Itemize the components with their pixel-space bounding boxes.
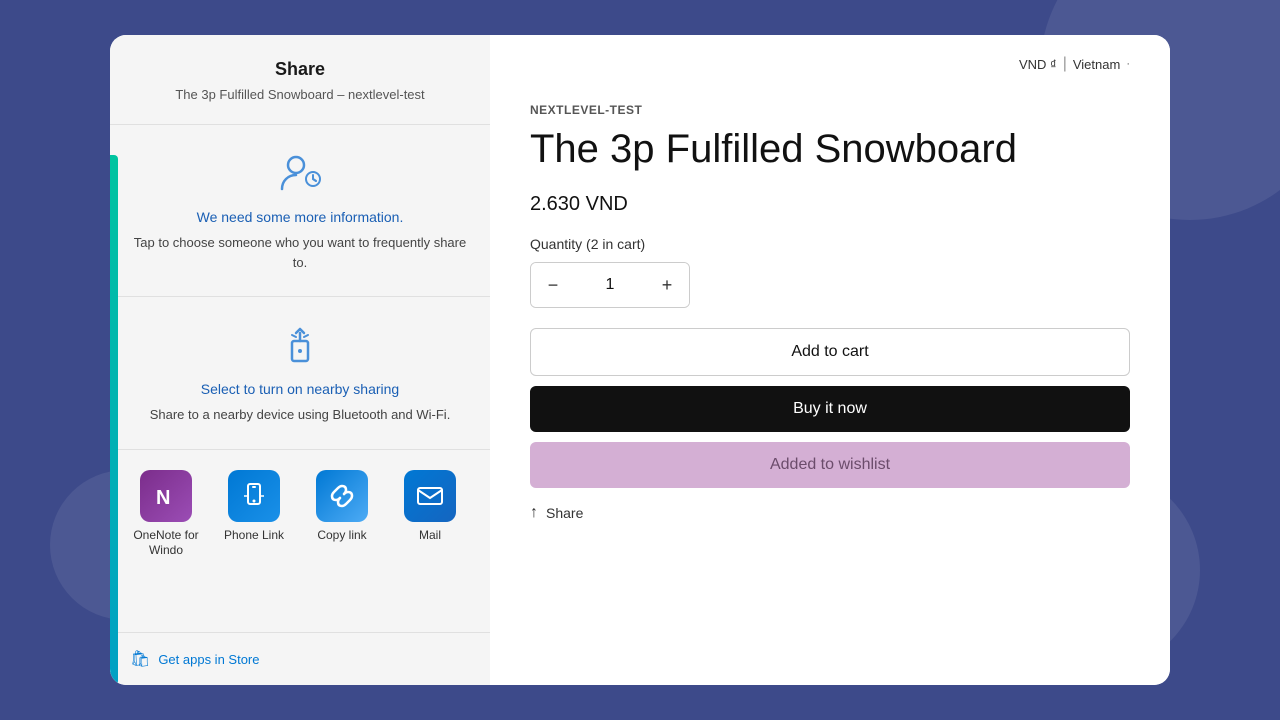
copylink-label: Copy link xyxy=(317,528,366,544)
product-title: The 3p Fulfilled Snowboard xyxy=(530,125,1130,173)
share-link[interactable]: ↑ Share xyxy=(530,504,1130,522)
quantity-increase-button[interactable]: + xyxy=(645,263,689,307)
product-topbar: VND ₫ | Vietnam · xyxy=(530,55,1130,73)
quantity-control: − 1 + xyxy=(530,262,690,308)
phonelink-label: Phone Link xyxy=(224,528,284,544)
product-panel: VND ₫ | Vietnam · NEXTLEVEL-TEST The 3p … xyxy=(490,35,1170,685)
onenote-icon: N xyxy=(140,470,192,522)
locale-separator: | xyxy=(1063,55,1067,73)
share-panel: Share The 3p Fulfilled Snowboard – nextl… xyxy=(110,35,490,685)
get-apps-link[interactable]: 🛍 Get apps in Store xyxy=(110,632,490,685)
quantity-value: 1 xyxy=(575,276,645,294)
share-apps-section: N OneNote for Windo P xyxy=(110,450,490,632)
nearby-section-desc: Share to a nearby device using Bluetooth… xyxy=(130,405,470,425)
get-apps-label: Get apps in Store xyxy=(158,652,259,667)
mail-label: Mail xyxy=(419,528,441,544)
buy-now-button[interactable]: Buy it now xyxy=(530,386,1130,432)
add-to-cart-button[interactable]: Add to cart xyxy=(530,328,1130,376)
locale-arrow: · xyxy=(1126,58,1130,70)
svg-text:N: N xyxy=(156,487,170,509)
share-app-onenote[interactable]: N OneNote for Windo xyxy=(130,470,202,559)
main-container: Share The 3p Fulfilled Snowboard – nextl… xyxy=(110,35,1170,685)
share-subtitle: The 3p Fulfilled Snowboard – nextlevel-t… xyxy=(130,86,470,104)
share-title: Share xyxy=(130,59,470,80)
person-icon-container xyxy=(130,149,470,197)
share-link-label: Share xyxy=(546,505,583,521)
contact-section-title: We need some more information. xyxy=(130,209,470,225)
locale-country: Vietnam xyxy=(1073,57,1120,72)
product-brand: NEXTLEVEL-TEST xyxy=(530,103,1130,117)
person-share-icon xyxy=(276,149,324,197)
contact-section-desc: Tap to choose someone who you want to fr… xyxy=(130,233,470,272)
copylink-icon-app xyxy=(316,470,368,522)
quantity-label: Quantity (2 in cart) xyxy=(530,236,1130,252)
onenote-label: OneNote for Windo xyxy=(130,528,202,559)
share-app-copylink[interactable]: Copy link xyxy=(306,470,378,559)
locale-currency: VND ₫ xyxy=(1019,57,1057,72)
quantity-decrease-button[interactable]: − xyxy=(531,263,575,307)
share-header: Share The 3p Fulfilled Snowboard – nextl… xyxy=(110,35,490,125)
share-apps-grid: N OneNote for Windo P xyxy=(130,470,470,559)
wishlist-button[interactable]: Added to wishlist xyxy=(530,442,1130,488)
share-app-mail[interactable]: Mail xyxy=(394,470,466,559)
nearby-share-icon xyxy=(276,321,324,369)
nearby-icon-container xyxy=(130,321,470,369)
nearby-section-title: Select to turn on nearby sharing xyxy=(130,381,470,397)
share-link-icon: ↑ xyxy=(530,504,538,522)
phonelink-icon xyxy=(228,470,280,522)
store-icon: 🛍 xyxy=(130,649,150,669)
mail-icon xyxy=(404,470,456,522)
share-contact-section[interactable]: We need some more information. Tap to ch… xyxy=(110,125,490,297)
share-app-phonelink[interactable]: Phone Link xyxy=(218,470,290,559)
share-nearby-section[interactable]: Select to turn on nearby sharing Share t… xyxy=(110,297,490,450)
product-price: 2.630 VND xyxy=(530,193,1130,216)
